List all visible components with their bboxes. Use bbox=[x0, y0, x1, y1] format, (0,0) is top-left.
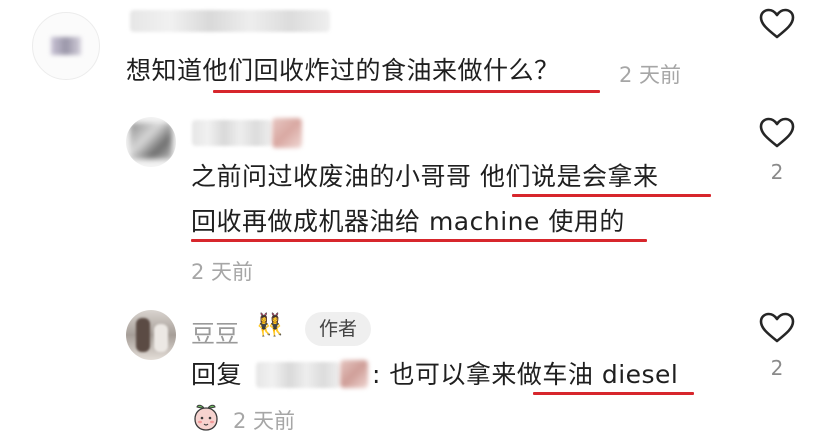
reply-text: : 也可以拿来做车油 diesel bbox=[372, 358, 678, 392]
comment-text-plain: : 也可以拿来 bbox=[372, 360, 517, 389]
comment-text-highlight: 回收再做成机器油给 machine 使用的 bbox=[191, 207, 625, 236]
peach-sticker-icon bbox=[191, 402, 221, 432]
heart-outline-icon bbox=[759, 312, 795, 343]
comment-text-highlight: 做车油 diesel bbox=[516, 360, 679, 389]
comment-text: 想知道他们回收炸过的食油来做什么？ bbox=[126, 54, 560, 88]
avatar[interactable] bbox=[126, 310, 176, 360]
highlight-underline bbox=[213, 90, 600, 93]
avatar[interactable] bbox=[32, 12, 100, 80]
author-badge: 作者 bbox=[305, 312, 372, 346]
comment-text: 之前问过收废油的小哥哥 他们说是会拿来 bbox=[191, 160, 658, 194]
heart-outline-icon bbox=[759, 8, 795, 39]
like-button[interactable] bbox=[759, 117, 795, 149]
timestamp: 2 天前 bbox=[619, 63, 682, 87]
username-redacted bbox=[130, 10, 330, 32]
like-count: 2 bbox=[770, 356, 784, 380]
like-count: 2 bbox=[770, 160, 784, 184]
heart-outline-icon bbox=[759, 117, 795, 148]
highlight-underline bbox=[191, 239, 647, 242]
author-username[interactable]: 豆豆 bbox=[191, 314, 239, 349]
avatar[interactable] bbox=[126, 117, 176, 167]
comment-text-plain: 想知道 bbox=[126, 56, 203, 85]
twins-emoji-icon: 👯‍♀️ bbox=[256, 313, 284, 338]
comment-text-highlight: 他们说是会拿来 bbox=[479, 162, 659, 191]
comment-text-plain: 之前问过收废油的小哥哥 bbox=[191, 162, 480, 191]
comment-text-highlight: 他们回收炸过的食油来做什么？ bbox=[202, 56, 560, 85]
mention-redacted bbox=[340, 360, 368, 388]
reply-text: 回复 bbox=[191, 358, 242, 392]
timestamp: 2 天前 bbox=[191, 260, 254, 284]
timestamp: 2 天前 bbox=[233, 409, 296, 433]
username-redacted bbox=[272, 118, 302, 148]
comment-text: 回收再做成机器油给 machine 使用的 bbox=[191, 205, 625, 239]
like-button[interactable] bbox=[759, 8, 795, 40]
reply-prefix: 回复 bbox=[191, 360, 243, 389]
highlight-underline bbox=[533, 392, 694, 395]
highlight-underline bbox=[512, 194, 711, 197]
like-button[interactable] bbox=[759, 312, 795, 344]
username-redacted bbox=[192, 120, 272, 146]
mention-redacted[interactable] bbox=[256, 362, 340, 388]
